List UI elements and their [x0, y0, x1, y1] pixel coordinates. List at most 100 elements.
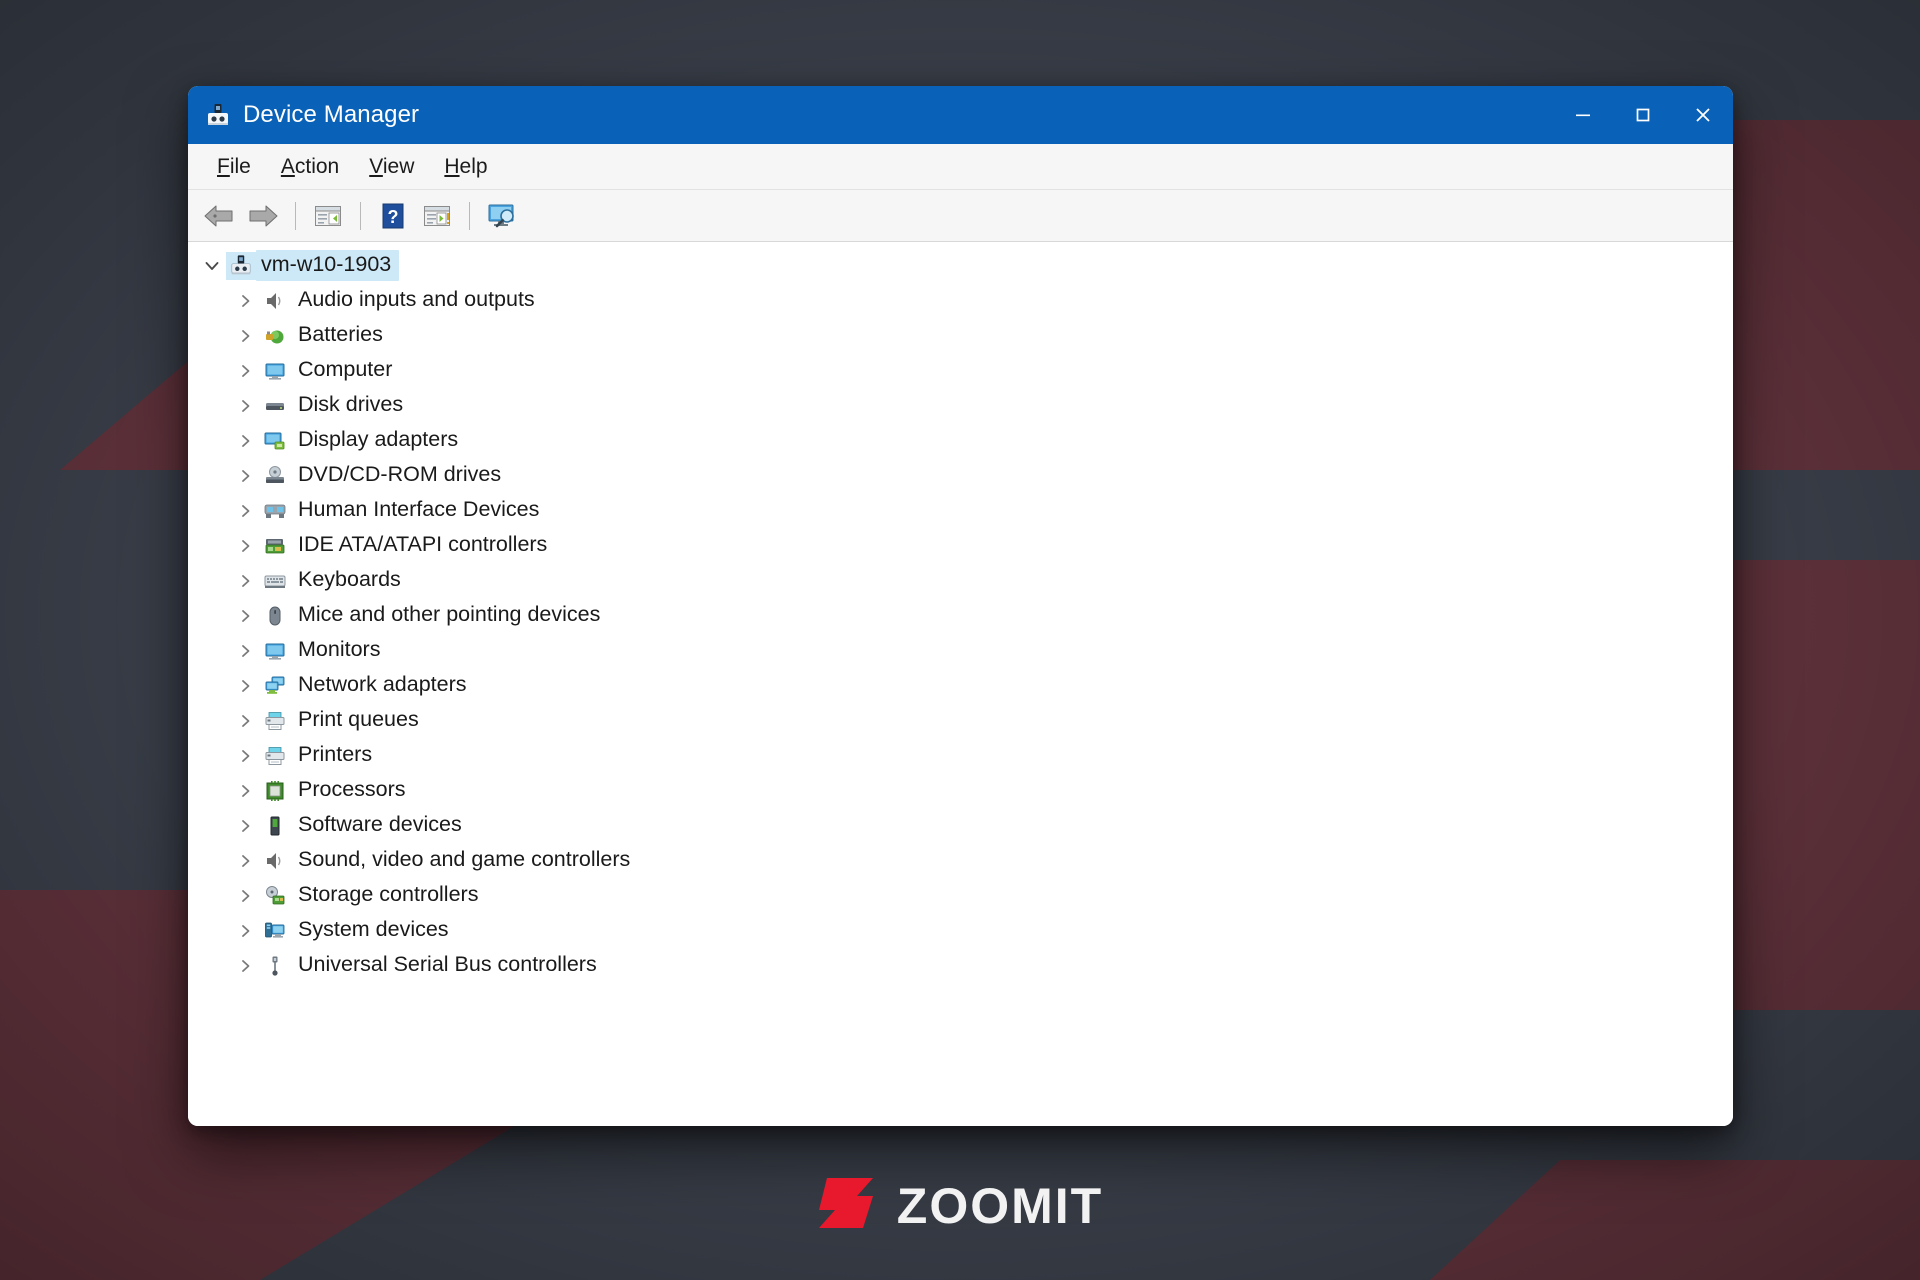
tree-row-keyboards[interactable]: Keyboards: [188, 563, 1733, 598]
window-titlebar[interactable]: Device Manager: [188, 86, 1733, 144]
tree-row-software-devices[interactable]: Software devices: [188, 808, 1733, 843]
device-tree[interactable]: vm-w10-1903 Audio inputs and outputs Bat…: [188, 242, 1733, 1126]
minimize-icon: [1576, 114, 1590, 117]
tree-row-print-queues[interactable]: Print queues: [188, 703, 1733, 738]
chevron-right-icon[interactable]: [232, 707, 260, 735]
chevron-right-icon[interactable]: [232, 917, 260, 945]
tree-root-label: vm-w10-1903: [256, 250, 400, 281]
window-title: Device Manager: [243, 101, 420, 128]
chevron-right-icon[interactable]: [232, 602, 260, 630]
chevron-right-icon[interactable]: [232, 532, 260, 560]
menu-file-accesskey: F: [217, 154, 230, 178]
chevron-right-icon[interactable]: [232, 742, 260, 770]
forward-arrow-icon: [249, 205, 278, 226]
disk-drive-icon: [260, 392, 290, 420]
chevron-right-icon[interactable]: [232, 882, 260, 910]
tree-row-universal-serial-bus-controllers[interactable]: Universal Serial Bus controllers: [188, 948, 1733, 983]
tree-row-processors[interactable]: Processors: [188, 773, 1733, 808]
tree-item-label: Display adapters: [298, 427, 459, 451]
properties-button[interactable]: [307, 196, 349, 236]
tree-item-label: Processors: [298, 777, 406, 801]
close-button[interactable]: [1673, 86, 1733, 144]
chevron-right-icon[interactable]: [232, 672, 260, 700]
tree-item-label: Sound, video and game controllers: [298, 847, 631, 871]
menu-help[interactable]: Help: [429, 151, 502, 183]
tree-item-label: Disk drives: [298, 392, 404, 416]
tree-item-label: Storage controllers: [298, 882, 479, 906]
software-device-icon: [260, 812, 290, 840]
chevron-right-icon[interactable]: [232, 287, 260, 315]
chevron-right-icon[interactable]: [232, 392, 260, 420]
back-button[interactable]: [198, 196, 240, 236]
tree-item-label: Human Interface Devices: [298, 497, 540, 521]
display-adapter-icon: [260, 427, 290, 455]
tree-row-human-interface-devices[interactable]: Human Interface Devices: [188, 493, 1733, 528]
tree-row-storage-controllers[interactable]: Storage controllers: [188, 878, 1733, 913]
tree-row-mice-and-other-pointing-devices[interactable]: Mice and other pointing devices: [188, 598, 1733, 633]
menu-help-rest: elp: [459, 154, 488, 178]
chevron-right-icon[interactable]: [232, 497, 260, 525]
scan-hardware-button[interactable]: [481, 196, 523, 236]
menu-file[interactable]: File: [202, 151, 266, 183]
toolbar: ?: [188, 190, 1733, 242]
back-arrow-icon: [204, 205, 233, 226]
tree-row-system-devices[interactable]: System devices: [188, 913, 1733, 948]
chevron-right-icon[interactable]: [232, 812, 260, 840]
chevron-right-icon[interactable]: [232, 322, 260, 350]
tree-row-monitors[interactable]: Monitors: [188, 633, 1733, 668]
tree-row-audio-inputs-and-outputs[interactable]: Audio inputs and outputs: [188, 283, 1733, 318]
desktop-background: Device Manager File Action View Help ? v…: [0, 0, 1920, 1280]
chevron-right-icon[interactable]: [232, 357, 260, 385]
printer-icon: [260, 742, 290, 770]
tree-item-label: System devices: [298, 917, 449, 941]
menu-action-rest: ction: [294, 154, 340, 178]
chevron-right-icon[interactable]: [232, 777, 260, 805]
chevron-down-icon[interactable]: [198, 252, 226, 280]
tree-item-label: DVD/CD-ROM drives: [298, 462, 502, 486]
tree-row-printers[interactable]: Printers: [188, 738, 1733, 773]
monitor-icon: [260, 637, 290, 665]
chevron-right-icon[interactable]: [232, 427, 260, 455]
keyboard-icon: [260, 567, 290, 595]
network-adapter-icon: [260, 672, 290, 700]
tree-row-display-adapters[interactable]: Display adapters: [188, 423, 1733, 458]
forward-button[interactable]: [242, 196, 284, 236]
chevron-right-icon[interactable]: [232, 462, 260, 490]
tree-row-sound-video-and-game-controllers[interactable]: Sound, video and game controllers: [188, 843, 1733, 878]
tree-row-network-adapters[interactable]: Network adapters: [188, 668, 1733, 703]
menu-help-accesskey: H: [444, 154, 460, 178]
usb-icon: [260, 952, 290, 980]
properties-icon: [315, 205, 341, 226]
tree-row-root[interactable]: vm-w10-1903: [188, 248, 1733, 283]
chevron-right-icon[interactable]: [232, 567, 260, 595]
chevron-right-icon[interactable]: [232, 952, 260, 980]
tree-item-label: Network adapters: [298, 672, 467, 696]
zoomit-z-logo: [817, 1174, 879, 1237]
maximize-icon: [1636, 108, 1650, 122]
minimize-button[interactable]: [1553, 86, 1613, 144]
menu-action-accesskey: A: [280, 154, 295, 178]
tree-row-dvd-cd-rom-drives[interactable]: DVD/CD-ROM drives: [188, 458, 1733, 493]
storage-controller-icon: [260, 882, 290, 910]
menu-action[interactable]: Action: [266, 151, 354, 183]
tree-row-computer[interactable]: Computer: [188, 353, 1733, 388]
svg-text:?: ?: [388, 207, 399, 227]
maximize-button[interactable]: [1613, 86, 1673, 144]
tree-row-disk-drives[interactable]: Disk drives: [188, 388, 1733, 423]
toolbar-separator-3: [469, 201, 470, 230]
tree-item-label: Printers: [298, 742, 373, 766]
scan-hardware-icon: [488, 204, 514, 227]
tree-row-batteries[interactable]: Batteries: [188, 318, 1733, 353]
update-driver-button[interactable]: [416, 196, 458, 236]
help-button[interactable]: ?: [372, 196, 414, 236]
tree-item-label: Software devices: [298, 812, 462, 836]
menu-bar: File Action View Help: [188, 144, 1733, 190]
menu-view[interactable]: View: [354, 151, 429, 183]
battery-icon: [260, 322, 290, 350]
chevron-right-icon[interactable]: [232, 847, 260, 875]
help-question-icon: ?: [382, 203, 404, 228]
device-manager-window: Device Manager File Action View Help ? v…: [188, 86, 1733, 1126]
tree-row-ide-ata-atapi-controllers[interactable]: IDE ATA/ATAPI controllers: [188, 528, 1733, 563]
chevron-right-icon[interactable]: [232, 637, 260, 665]
menu-file-rest: ile: [229, 154, 251, 178]
